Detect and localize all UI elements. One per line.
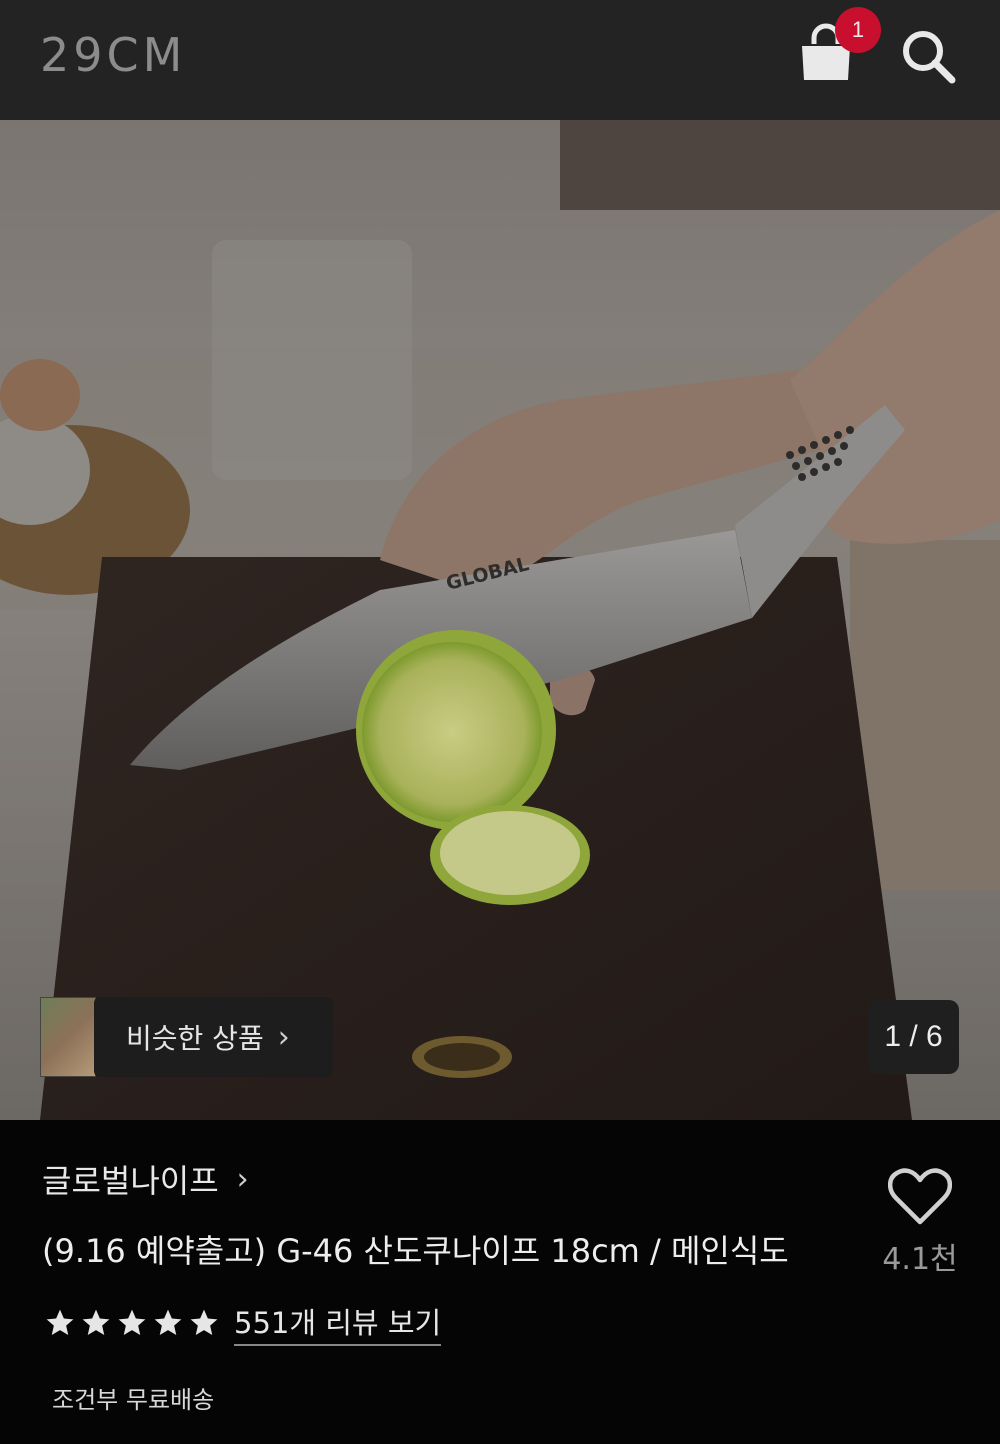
similar-products-label-box[interactable]: 비슷한 상품 ›: [94, 997, 333, 1077]
image-counter: 1 / 6: [868, 1000, 959, 1074]
brand-link[interactable]: 글로벌나이프 ›: [42, 1156, 249, 1202]
product-info: 글로벌나이프 › (9.16 예약출고) G-46 산도쿠나이프 18cm / …: [0, 1120, 1000, 1444]
like-count: 4.1천: [882, 1242, 958, 1277]
like-button[interactable]: 4.1천: [880, 1168, 960, 1278]
star-icon: [118, 1309, 146, 1335]
product-photo: GLOBAL: [0, 120, 1000, 1120]
brand-name: 글로벌나이프: [42, 1162, 219, 1200]
heart-icon[interactable]: [888, 1168, 952, 1226]
similar-products-label: 비슷한 상품: [126, 1022, 264, 1055]
search-icon[interactable]: [898, 26, 958, 86]
star-icon: [82, 1309, 110, 1335]
similar-product-thumbnail[interactable]: [40, 997, 96, 1077]
chevron-right-icon: ›: [236, 1161, 249, 1197]
top-header: 29CM 1: [0, 0, 1000, 120]
cart-count-badge: 1: [835, 7, 881, 53]
reviews-link[interactable]: 551개 리뷰 보기: [234, 1300, 442, 1346]
chevron-right-icon: ›: [277, 1019, 290, 1055]
star-rating: [44, 1307, 220, 1339]
star-icon: [190, 1309, 218, 1335]
star-icon: [154, 1309, 182, 1335]
rating-row: 551개 리뷰 보기: [44, 1300, 442, 1346]
site-logo[interactable]: 29CM: [40, 28, 186, 82]
product-image-carousel[interactable]: GLOBAL 비슷한 상품 › 1 / 6: [0, 120, 1000, 1120]
star-icon: [46, 1309, 74, 1335]
product-title: (9.16 예약출고) G-46 산도쿠나이프 18cm / 메인식도: [42, 1232, 789, 1270]
shipping-info: 조건부 무료배송: [52, 1386, 215, 1414]
similar-products-button[interactable]: 비슷한 상품 ›: [40, 997, 333, 1077]
